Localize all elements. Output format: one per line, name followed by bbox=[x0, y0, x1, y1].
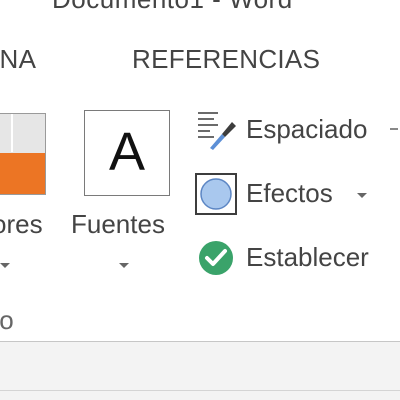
set-as-default-label: Establecer bbox=[246, 242, 369, 272]
paragraph-spacing-dropdown-icon bbox=[390, 128, 398, 130]
effects-dropdown-arrow-icon[interactable] bbox=[357, 193, 367, 198]
checkmark-icon bbox=[199, 241, 233, 275]
paragraph-spacing-button[interactable]: Espaciado bbox=[194, 108, 400, 152]
document-formatting-group-label: to bbox=[0, 305, 14, 335]
fonts-dropdown-arrow-icon[interactable] bbox=[119, 263, 129, 268]
paragraph-spacing-label: Espaciado bbox=[246, 114, 368, 144]
ruler-area bbox=[0, 342, 400, 400]
effects-button[interactable]: Efectos bbox=[194, 172, 400, 216]
colors-dropdown-arrow-icon[interactable] bbox=[0, 263, 10, 268]
fonts-preview-glyph: A bbox=[108, 122, 146, 182]
colors-button-label[interactable]: ores bbox=[0, 209, 43, 240]
tab-page-layout[interactable]: INA bbox=[0, 44, 36, 75]
colors-swatch-divider bbox=[11, 114, 13, 152]
paragraph-spacing-icon bbox=[198, 112, 236, 150]
effects-label: Efectos bbox=[246, 178, 333, 208]
colors-swatch-top bbox=[0, 114, 45, 152]
colors-swatch-bottom bbox=[0, 153, 45, 194]
window-title: Documento1 - Word bbox=[52, 0, 293, 15]
tab-references[interactable]: REFERENCIAS bbox=[132, 44, 320, 75]
set-as-default-button[interactable]: Establecer bbox=[194, 236, 400, 280]
title-bar: Documento1 - Word bbox=[0, 0, 400, 24]
effects-circle-icon bbox=[195, 173, 237, 215]
ruler-divider bbox=[0, 390, 400, 391]
word-ribbon-crop: Documento1 - Word INA REFERENCIAS ores A… bbox=[0, 0, 400, 400]
fonts-button-label[interactable]: Fuentes bbox=[71, 209, 165, 240]
fonts-gallery-button[interactable]: A bbox=[84, 110, 170, 196]
colors-gallery-swatch[interactable] bbox=[0, 113, 46, 195]
